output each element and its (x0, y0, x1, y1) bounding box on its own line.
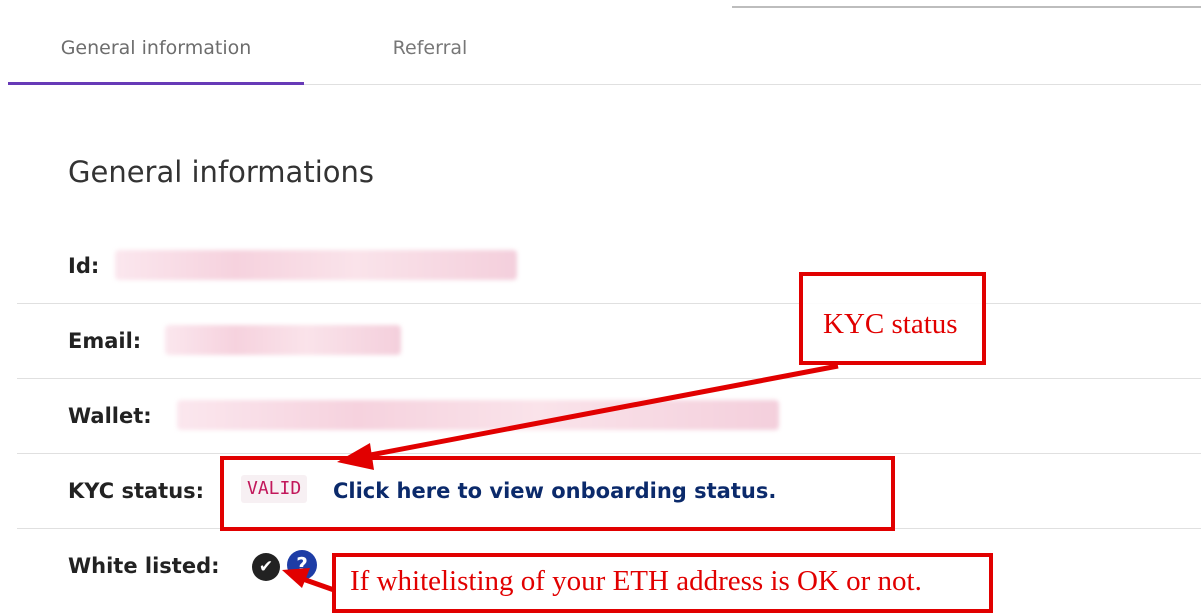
email-value-redacted (165, 325, 401, 355)
wallet-label: Wallet: (68, 404, 152, 428)
field-row-email: Email: (17, 303, 1201, 379)
whitelist-annotation-text: If whitelisting of your ETH address is O… (350, 565, 922, 597)
question-circle-icon[interactable]: ? (287, 550, 317, 580)
kyc-label: KYC status: (68, 479, 205, 503)
email-label: Email: (68, 329, 142, 353)
field-row-id: Id: (17, 228, 1201, 304)
tab-general-information[interactable]: General information (8, 14, 304, 82)
tab-referral[interactable]: Referral (304, 14, 556, 82)
top-divider (732, 6, 1201, 8)
wallet-value-redacted (177, 400, 779, 430)
kyc-annotation-text: KYC status (823, 308, 958, 340)
tab-bar: General information Referral (8, 14, 1201, 85)
kyc-annotation-box: KYC status (799, 272, 986, 365)
kyc-highlight-frame (220, 456, 895, 531)
id-value-redacted (115, 250, 517, 280)
whitelist-annotation-box: If whitelisting of your ETH address is O… (332, 553, 993, 613)
active-tab-indicator (8, 82, 304, 85)
field-row-wallet: Wallet: (17, 378, 1201, 454)
section-title: General informations (68, 155, 374, 189)
check-circle-icon: ✔ (252, 553, 280, 581)
white-listed-label: White listed: (68, 554, 220, 578)
id-label: Id: (68, 254, 100, 278)
